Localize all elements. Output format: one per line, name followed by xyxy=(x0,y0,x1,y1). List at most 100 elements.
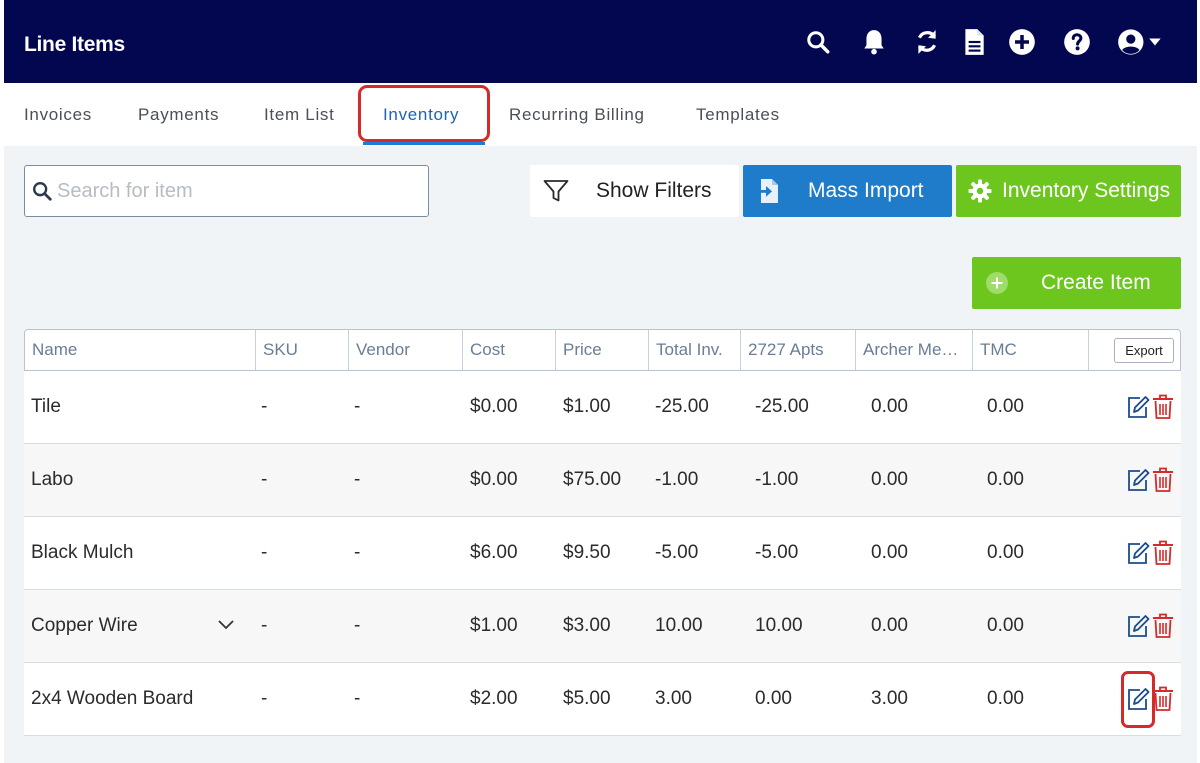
bell-icon[interactable] xyxy=(858,26,890,58)
table-row: Tile - - $0.00 $1.00 -25.00 -25.00 0.00 … xyxy=(24,371,1181,444)
column-header-vendor[interactable]: Vendor xyxy=(349,330,463,370)
tab-item-list[interactable]: Item List xyxy=(264,105,335,125)
filter-icon xyxy=(543,179,569,209)
cell-total-inv: -1.00 xyxy=(655,469,699,490)
chevron-down-icon[interactable] xyxy=(217,616,235,639)
cell-price: $1.00 xyxy=(563,396,611,417)
show-filters-button[interactable]: Show Filters xyxy=(530,165,739,217)
tab-invoices[interactable]: Invoices xyxy=(24,105,92,125)
cell-archer-me: 0.00 xyxy=(871,615,908,636)
cell-price: $9.50 xyxy=(563,542,611,563)
cell-vendor: - xyxy=(354,688,361,709)
page-title: Line Items xyxy=(24,33,125,56)
cell-archer-me: 0.00 xyxy=(871,396,908,417)
cell-sku: - xyxy=(261,396,268,417)
edit-icon[interactable] xyxy=(1126,613,1150,639)
cell-sku: - xyxy=(261,615,268,636)
cell-sku: - xyxy=(261,542,268,563)
tab-recurring-billing[interactable]: Recurring Billing xyxy=(509,105,645,125)
cell-archer-me: 3.00 xyxy=(871,688,908,709)
search-icon xyxy=(31,180,53,207)
trash-icon[interactable] xyxy=(1152,394,1176,420)
column-header-cost[interactable]: Cost xyxy=(463,330,556,370)
column-header-price[interactable]: Price xyxy=(556,330,649,370)
table-row: Copper Wire - - $1.00 $3.00 10.00 10.00 … xyxy=(24,590,1181,663)
cell-price: $3.00 xyxy=(563,615,611,636)
plus-circle-icon xyxy=(985,271,1009,301)
column-header-tmc[interactable]: TMC xyxy=(973,330,1089,370)
cell-total-inv: -25.00 xyxy=(655,396,709,417)
search-box[interactable] xyxy=(24,165,429,217)
plus-circle-icon[interactable] xyxy=(1006,26,1038,58)
table-row: Black Mulch - - $6.00 $9.50 -5.00 -5.00 … xyxy=(24,517,1181,590)
cell-name: Labo xyxy=(31,469,74,490)
cell-tmc: 0.00 xyxy=(987,688,1024,709)
cell-cost: $0.00 xyxy=(470,469,518,490)
column-header-name[interactable]: Name xyxy=(25,330,256,370)
search-input[interactable] xyxy=(57,178,417,204)
cell-name: Tile xyxy=(31,396,61,417)
cell-price: $5.00 xyxy=(563,688,611,709)
cell-name: Copper Wire xyxy=(31,615,138,636)
cell-tmc: 0.00 xyxy=(987,469,1024,490)
trash-icon[interactable] xyxy=(1152,613,1176,639)
column-header-archer-me[interactable]: Archer Me… xyxy=(856,330,973,370)
cell-sku: - xyxy=(261,469,268,490)
edit-icon[interactable] xyxy=(1126,540,1150,566)
tab-inventory[interactable]: Inventory xyxy=(383,105,459,125)
cell-name: 2x4 Wooden Board xyxy=(31,688,194,709)
tab-bar: Invoices Payments Item List Inventory Re… xyxy=(0,83,1200,146)
table-row: 2x4 Wooden Board - - $2.00 $5.00 3.00 0.… xyxy=(24,663,1181,736)
cell-vendor: - xyxy=(354,469,361,490)
trash-icon[interactable] xyxy=(1152,540,1176,566)
tab-payments[interactable]: Payments xyxy=(138,105,219,125)
cell-archer-me: 0.00 xyxy=(871,542,908,563)
gear-icon xyxy=(968,179,992,209)
help-icon[interactable] xyxy=(1061,26,1093,58)
tab-templates[interactable]: Templates xyxy=(696,105,780,125)
cell-vendor: - xyxy=(354,542,361,563)
app-header: Line Items xyxy=(4,0,1197,83)
cell-tmc: 0.00 xyxy=(987,542,1024,563)
cell-total-inv: 10.00 xyxy=(655,615,703,636)
cell-vendor: - xyxy=(354,396,361,417)
cell-2727-apts: -5.00 xyxy=(755,542,799,563)
cell-archer-me: 0.00 xyxy=(871,469,908,490)
column-header-total-inv[interactable]: Total Inv. xyxy=(649,330,741,370)
edit-icon[interactable] xyxy=(1126,394,1150,420)
cell-vendor: - xyxy=(354,615,361,636)
user-account-icon[interactable] xyxy=(1116,26,1164,58)
edit-icon[interactable] xyxy=(1126,467,1150,493)
cell-2727-apts: 0.00 xyxy=(755,688,792,709)
cell-price: $75.00 xyxy=(563,469,622,490)
search-icon[interactable] xyxy=(802,26,834,58)
trash-icon[interactable] xyxy=(1152,467,1176,493)
create-item-button[interactable]: Create Item xyxy=(972,257,1181,309)
inventory-settings-button[interactable]: Inventory Settings xyxy=(956,165,1181,217)
table-header: Name SKU Vendor Cost Price Total Inv. 27… xyxy=(24,329,1181,371)
cell-cost: $6.00 xyxy=(470,542,518,563)
sync-icon[interactable] xyxy=(911,26,943,58)
trash-icon[interactable] xyxy=(1152,686,1176,712)
cell-tmc: 0.00 xyxy=(987,396,1024,417)
edit-icon[interactable] xyxy=(1126,686,1150,712)
column-header-2727-apts[interactable]: 2727 Apts xyxy=(741,330,856,370)
mass-import-button[interactable]: Mass Import xyxy=(743,165,952,217)
cell-2727-apts: -25.00 xyxy=(755,396,809,417)
column-header-sku[interactable]: SKU xyxy=(256,330,349,370)
table-row: Labo - - $0.00 $75.00 -1.00 -1.00 0.00 0… xyxy=(24,444,1181,517)
cell-cost: $2.00 xyxy=(470,688,518,709)
cell-total-inv: -5.00 xyxy=(655,542,699,563)
document-icon[interactable] xyxy=(958,26,990,58)
cell-name: Black Mulch xyxy=(31,542,134,563)
cell-tmc: 0.00 xyxy=(987,615,1024,636)
cell-total-inv: 3.00 xyxy=(655,688,692,709)
import-icon xyxy=(756,178,780,210)
cell-sku: - xyxy=(261,688,268,709)
active-tab-indicator xyxy=(363,142,485,145)
cell-cost: $1.00 xyxy=(470,615,518,636)
cell-cost: $0.00 xyxy=(470,396,518,417)
export-button[interactable]: Export xyxy=(1114,338,1174,363)
cell-2727-apts: 10.00 xyxy=(755,615,803,636)
cell-2727-apts: -1.00 xyxy=(755,469,799,490)
